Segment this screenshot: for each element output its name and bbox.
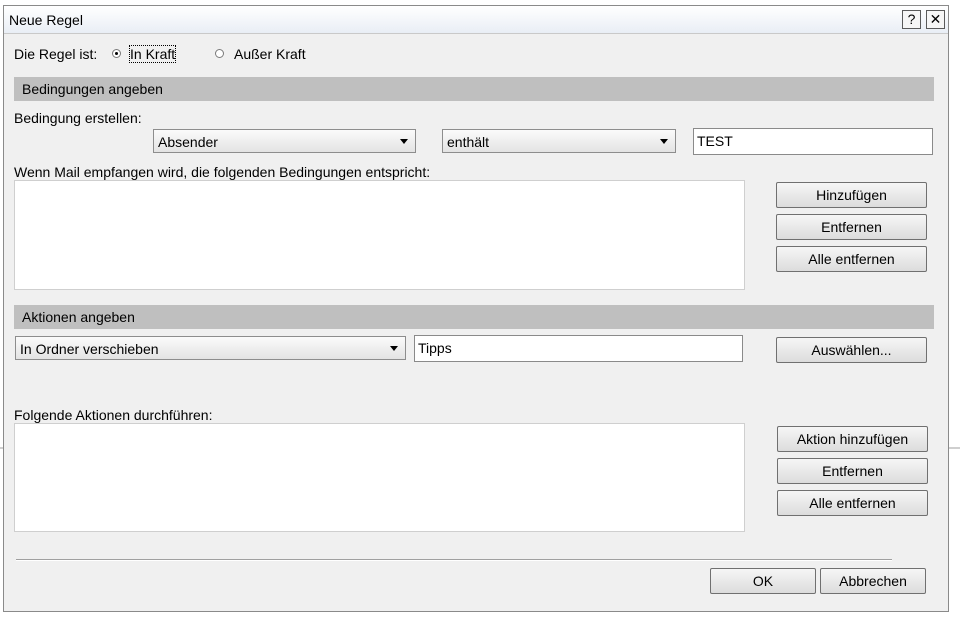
action-target-input[interactable]: Tipps — [414, 335, 743, 362]
chevron-down-icon — [400, 139, 408, 144]
close-button[interactable]: ✕ — [926, 10, 945, 29]
condition-field-select[interactable]: Absender — [153, 129, 416, 153]
cancel-button[interactable]: Abbrechen — [820, 568, 926, 594]
background-edge — [949, 447, 960, 449]
ok-button[interactable]: OK — [710, 568, 816, 594]
radio-ausser-kraft-label[interactable]: Außer Kraft — [234, 46, 306, 62]
add-condition-button[interactable]: Hinzufügen — [776, 182, 927, 208]
condition-operator-select[interactable]: enthält — [442, 129, 676, 153]
condition-field-value: Absender — [158, 134, 218, 150]
footer-divider — [16, 559, 892, 561]
help-button[interactable]: ? — [902, 10, 921, 29]
condition-value-text: TEST — [697, 133, 733, 149]
conditions-list-label: Wenn Mail empfangen wird, die folgenden … — [14, 164, 431, 180]
remove-condition-button[interactable]: Entfernen — [776, 214, 927, 240]
radio-in-kraft-label[interactable]: In Kraft — [128, 45, 177, 63]
create-condition-label: Bedingung erstellen: — [14, 110, 142, 126]
actions-list[interactable] — [14, 423, 745, 532]
rule-state-label: Die Regel ist: — [14, 46, 98, 62]
action-target-text: Tipps — [418, 340, 452, 356]
actions-list-label: Folgende Aktionen durchführen: — [14, 407, 213, 423]
remove-action-button[interactable]: Entfernen — [777, 458, 928, 484]
window-title: Neue Regel — [9, 12, 83, 28]
actions-section-header: Aktionen angeben — [14, 305, 934, 329]
conditions-list[interactable] — [14, 180, 745, 290]
close-icon: ✕ — [929, 11, 942, 27]
chevron-down-icon — [390, 346, 398, 351]
radio-ausser-kraft[interactable] — [215, 49, 224, 58]
actions-section-title: Aktionen angeben — [22, 309, 135, 325]
radio-in-kraft[interactable] — [112, 49, 121, 58]
action-select[interactable]: In Ordner verschieben — [15, 336, 406, 360]
conditions-section-header: Bedingungen angeben — [14, 77, 934, 101]
conditions-section-title: Bedingungen angeben — [22, 81, 163, 97]
remove-all-conditions-button[interactable]: Alle entfernen — [776, 246, 927, 272]
title-bar[interactable]: Neue Regel ? ✕ — [4, 6, 948, 34]
add-action-button[interactable]: Aktion hinzufügen — [777, 426, 928, 452]
chevron-down-icon — [660, 139, 668, 144]
condition-operator-value: enthält — [447, 134, 490, 150]
choose-folder-button[interactable]: Auswählen... — [776, 337, 927, 363]
condition-value-input[interactable]: TEST — [693, 128, 933, 155]
action-select-value: In Ordner verschieben — [20, 341, 159, 357]
remove-all-actions-button[interactable]: Alle entfernen — [777, 490, 928, 516]
new-rule-dialog: Neue Regel ? ✕ Die Regel ist: In Kraft A… — [3, 5, 949, 612]
